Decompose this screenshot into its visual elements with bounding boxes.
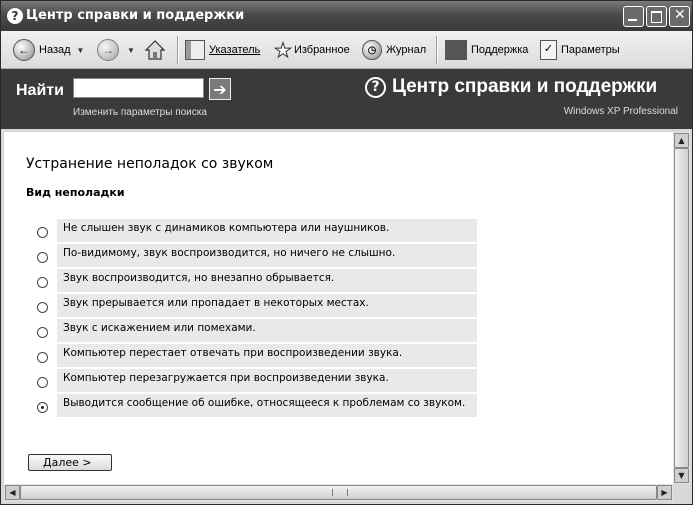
next-button[interactable]: Далее > [28,454,112,471]
favorites-button[interactable]: ★ Избранное [274,38,350,62]
scroll-down-icon[interactable]: ▼ [674,468,689,483]
forward-button[interactable]: → ▼ [97,38,135,62]
problem-option-label[interactable]: Звук с искажением или помехами. [57,319,477,342]
windows-edition: Windows XP Professional [563,106,678,117]
problem-option[interactable]: Компьютер перестает отвечать при воспрои… [28,344,477,367]
options-label: Параметры [561,44,620,56]
history-clock-icon: ◷ [362,40,382,60]
minimize-button[interactable] [623,6,644,27]
maximize-icon [651,11,662,23]
toolbar: ← Назад ▼ → ▼ Указатель ★ Избранное ◷ Жу… [1,31,692,69]
problem-option-label[interactable]: Звук воспроизводится, но внезапно обрыва… [57,269,477,292]
problem-option[interactable]: Компьютер перезагружается при воспроизве… [28,369,477,392]
radio-button[interactable] [37,277,48,288]
history-label: Журнал [386,44,427,56]
horizontal-scroll-thumb[interactable] [20,485,657,500]
problem-option-label[interactable]: Выводится сообщение об ошибке, относящее… [57,394,477,417]
problem-option-label[interactable]: Звук прерывается или пропадает в некотор… [57,294,477,317]
search-label: Найти [16,82,64,99]
help-icon: ? [7,8,23,24]
page-title: Устранение неполадок со звуком [26,156,274,172]
problem-option-label[interactable]: Не слышен звук с динамиков компьютера ил… [57,219,477,242]
problem-type-heading: Вид неполадки [26,186,125,199]
star-icon: ★ [274,39,293,62]
scroll-left-icon[interactable]: ◀ [5,485,20,500]
forward-arrow-icon: → [97,39,119,61]
support-icon [445,40,467,60]
support-button[interactable]: Поддержка [445,38,528,62]
problem-option[interactable]: Выводится сообщение об ошибке, относящее… [28,394,477,417]
radio-button[interactable] [37,352,48,363]
problem-option[interactable]: Звук с искажением или помехами. [28,319,477,342]
search-go-button[interactable]: ➔ [209,78,231,100]
scroll-up-icon[interactable]: ▲ [674,133,689,148]
index-label: Указатель [209,44,261,56]
radio-button[interactable] [37,402,48,413]
scroll-grip-icon [332,489,348,496]
close-icon: ✕ [674,7,686,23]
maximize-button[interactable] [646,6,667,27]
back-label: Назад [39,44,71,56]
back-arrow-icon: ← [13,39,35,61]
help-center-title: Центр справки и поддержки [392,76,658,97]
problem-option[interactable]: Звук воспроизводится, но внезапно обрыва… [28,269,477,292]
options-checklist-icon: ✓ [540,40,557,60]
horizontal-scrollbar[interactable]: ◀ ▶ [4,484,673,501]
radio-button[interactable] [37,377,48,388]
home-button[interactable] [144,38,166,62]
problem-option[interactable]: Звук прерывается или пропадает в некотор… [28,294,477,317]
search-header: Найти ➔ Изменить параметры поиска ? Цент… [1,69,692,129]
support-label: Поддержка [471,44,529,56]
toolbar-separator [436,36,438,64]
search-input[interactable] [73,78,204,98]
problem-option[interactable]: Не слышен звук с динамиков компьютера ил… [28,219,477,242]
window-title: Центр справки и поддержки [26,8,245,23]
vertical-scrollbar[interactable]: ▲ ▼ [673,132,690,484]
title-bar: ? Центр справки и поддержки ✕ [1,1,692,31]
back-dropdown-icon[interactable]: ▼ [77,46,85,55]
toolbar-separator [177,36,179,64]
close-button[interactable]: ✕ [669,6,690,27]
problem-options-list: Не слышен звук с динамиков компьютера ил… [28,219,477,419]
history-button[interactable]: ◷ Журнал [362,38,426,62]
problem-option-label[interactable]: Компьютер перестает отвечать при воспрои… [57,344,477,367]
back-button[interactable]: ← Назад ▼ [13,38,84,62]
forward-dropdown-icon[interactable]: ▼ [127,46,135,55]
radio-button[interactable] [37,227,48,238]
scroll-right-icon[interactable]: ▶ [657,485,672,500]
favorites-label: Избранное [293,44,350,56]
problem-option-label[interactable]: Компьютер перезагружается при воспроизве… [57,369,477,392]
index-button[interactable]: Указатель [185,38,260,62]
minimize-icon [628,19,637,21]
search-options-link[interactable]: Изменить параметры поиска [73,107,207,118]
content-pane: Устранение неполадок со звуком Вид непол… [4,132,673,484]
problem-option[interactable]: По-видимому, звук воспроизводится, но ни… [28,244,477,267]
radio-button[interactable] [37,252,48,263]
radio-button[interactable] [37,302,48,313]
home-icon [144,40,166,60]
help-center-window: ? Центр справки и поддержки ✕ ← Назад ▼ … [0,0,693,505]
help-center-icon: ? [365,77,386,98]
vertical-scroll-thumb[interactable] [674,148,689,468]
scrollbar-corner [673,484,690,501]
go-arrow-icon: ➔ [213,80,227,99]
radio-button[interactable] [37,327,48,338]
problem-option-label[interactable]: По-видимому, звук воспроизводится, но ни… [57,244,477,267]
book-icon [185,40,205,60]
options-button[interactable]: ✓ Параметры [540,38,620,62]
